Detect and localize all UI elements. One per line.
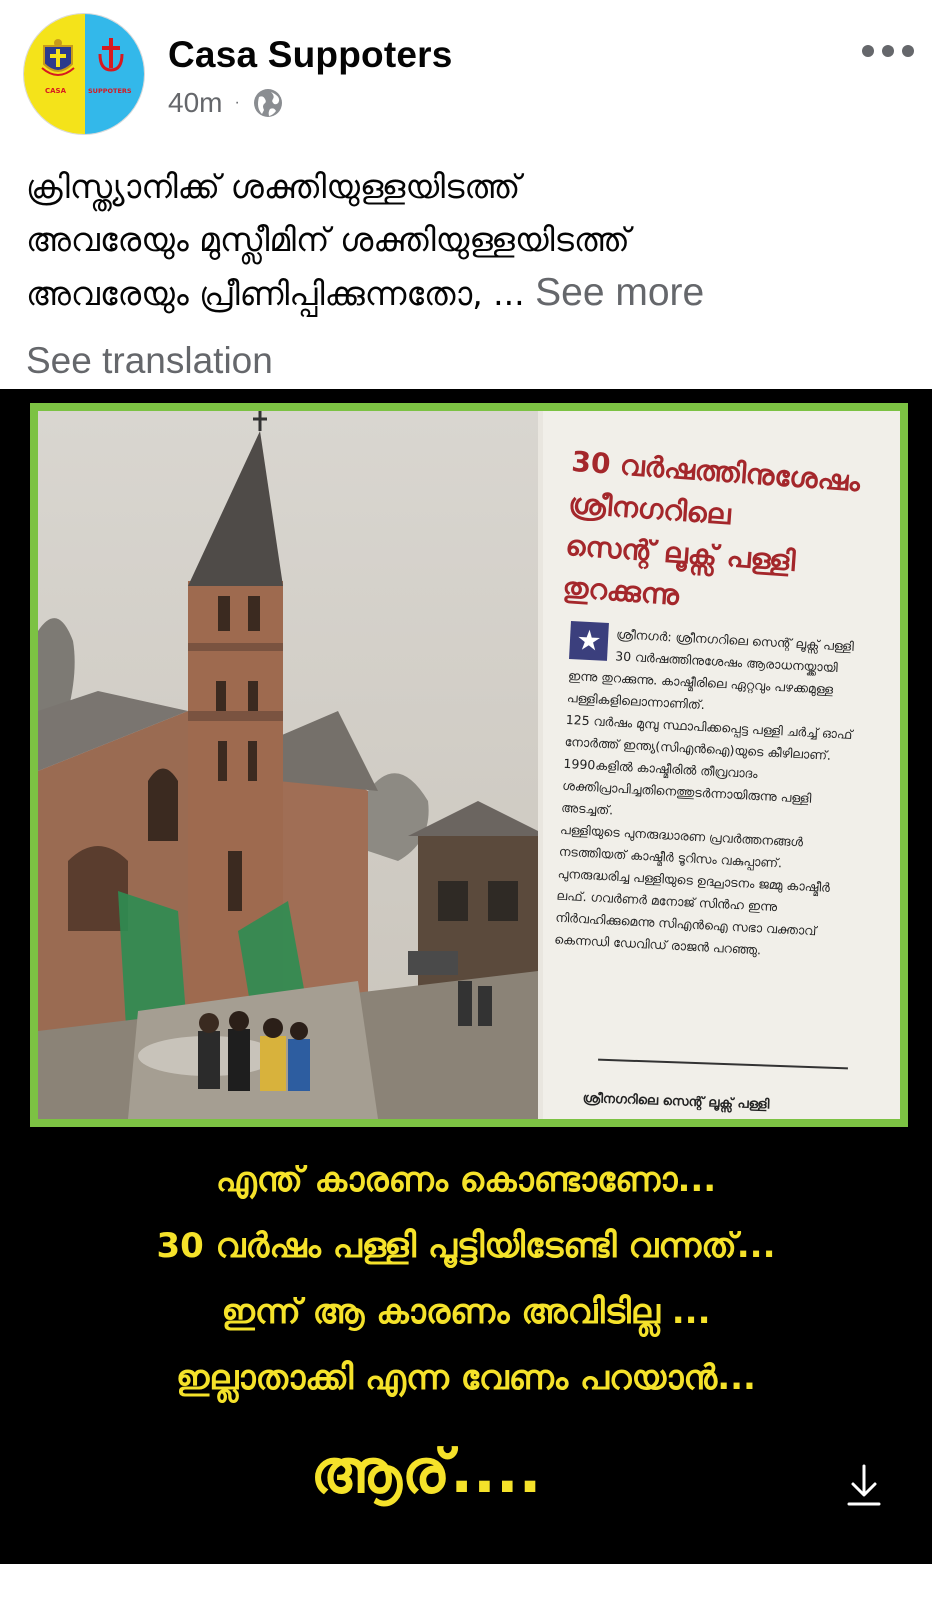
avatar-right-label: SUPPOTERS bbox=[88, 87, 132, 95]
cross-emblem-icon bbox=[98, 38, 124, 72]
post-text: ക്രിസ്ത്യാനിക്ക് ശക്തിയുള്ളയിടത്ത് അവരേയ… bbox=[26, 160, 926, 320]
article-paragraph: ★ ശ്രീനഗർ: ശ്രീനഗറിലെ സെന്റ് ലൂക്സ് പള്ളി… bbox=[566, 621, 870, 725]
overlay-line: എന്ത് കാരണം കൊണ്ടാണോ... bbox=[215, 1160, 717, 1200]
overlay-big-text: ആര്.... bbox=[310, 1437, 542, 1507]
avatar[interactable]: CASA SUPPOTERS bbox=[23, 13, 145, 135]
overlay-line: ഇല്ലാതാക്കി എന്ന വേണം പറയാൻ... bbox=[176, 1358, 756, 1398]
article-headline: 30 വർഷത്തിനുശേഷം ശ്രീനഗറിലെ സെന്റ് ലൂക്സ… bbox=[561, 441, 892, 631]
article-body: ★ ശ്രീനഗർ: ശ്രീനഗറിലെ സെന്റ് ലൂക്സ് പള്ളി… bbox=[554, 621, 871, 966]
post-text-line: അവരേയും പ്രീണിപ്പിക്കുന്നതോ, ... bbox=[26, 274, 525, 313]
meta-separator: · bbox=[234, 94, 240, 111]
post-text-line: ക്രിസ്ത്യാനിക്ക് ശക്തിയുള്ളയിടത്ത് bbox=[26, 167, 521, 206]
more-dot-icon bbox=[862, 45, 874, 57]
avatar-left-label: CASA bbox=[45, 87, 67, 95]
star-icon: ★ bbox=[569, 621, 609, 661]
download-icon[interactable] bbox=[846, 1464, 882, 1508]
overlay-line: ഇന്ന് ആ കാരണം അവിടില്ല ... bbox=[221, 1292, 711, 1332]
arrow-left-icon bbox=[598, 1058, 848, 1070]
article-paragraph: പുനരുദ്ധരിച്ച പള്ളിയുടെ ഉദ്ഘാടനം ജമ്മു ക… bbox=[553, 865, 831, 958]
post-text-line: അവരേയും മുസ്ലീമിന് ശക്തിയുള്ളയിടത്ത് bbox=[26, 220, 630, 259]
more-options-button[interactable] bbox=[858, 36, 918, 66]
newspaper-clip: 30 വർഷത്തിനുശേഷം ശ്രീനഗറിലെ സെന്റ് ലൂക്സ… bbox=[38, 411, 900, 1119]
globe-icon[interactable] bbox=[252, 87, 284, 119]
author-name[interactable]: Casa Suppoters bbox=[168, 34, 453, 76]
newspaper-clip-frame: 30 വർഷത്തിനുശേഷം ശ്രീനഗറിലെ സെന്റ് ലൂക്സ… bbox=[30, 403, 908, 1127]
article-paragraph: 125 വർഷം മുമ്പു സ്ഥാപിക്കപ്പെട്ട പള്ളി ച… bbox=[560, 711, 853, 818]
more-dot-icon bbox=[902, 45, 914, 57]
church-photo bbox=[38, 411, 538, 1119]
post-image[interactable]: 30 വർഷത്തിനുശേഷം ശ്രീനഗറിലെ സെന്റ് ലൂക്സ… bbox=[0, 389, 932, 1564]
post-header: CASA SUPPOTERS Casa Suppoters 40m · bbox=[0, 0, 951, 135]
overlay-text: എന്ത് കാരണം കൊണ്ടാണോ... 30 വർഷം പള്ളി പൂ… bbox=[0, 1147, 932, 1527]
see-more-link[interactable]: See more bbox=[535, 271, 704, 314]
post-text-line-last: അവരേയും പ്രീണിപ്പിക്കുന്നതോ, ... See mor… bbox=[26, 266, 926, 320]
post-time[interactable]: 40m bbox=[168, 87, 222, 119]
post-meta: 40m · bbox=[168, 86, 284, 120]
emblem-icon bbox=[41, 39, 75, 76]
see-translation-link[interactable]: See translation bbox=[26, 340, 273, 382]
article-paragraph-text: ശ്രീനഗർ: ശ്രീനഗറിലെ സെന്റ് ലൂക്സ് പള്ളി … bbox=[566, 626, 855, 713]
more-dot-icon bbox=[882, 45, 894, 57]
newspaper-article: 30 വർഷത്തിനുശേഷം ശ്രീനഗറിലെ സെന്റ് ലൂക്സ… bbox=[543, 411, 900, 1119]
overlay-line: 30 വർഷം പള്ളി പൂട്ടിയിടേണ്ടി വന്നത്... bbox=[156, 1226, 776, 1266]
photo-caption: ശ്രീനഗറിലെ സെന്റ് ലൂക്സ് പള്ളി bbox=[582, 1091, 770, 1113]
